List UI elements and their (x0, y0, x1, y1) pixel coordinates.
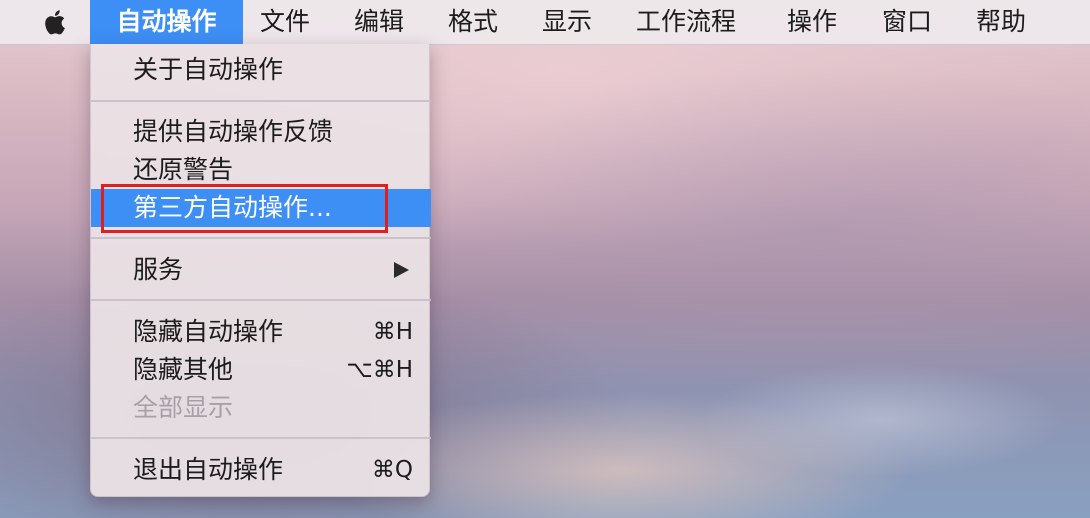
menubar-item-format[interactable]: 格式 (448, 0, 498, 44)
menubar-item-action[interactable]: 操作 (787, 0, 837, 44)
shortcut-label: ⌘Q (371, 457, 413, 483)
menubar-item-automator[interactable]: 自动操作 (90, 0, 243, 44)
menu-separator (91, 100, 431, 102)
shortcut-label: ⌥⌘H (346, 357, 413, 383)
menu-item-quit[interactable]: 退出自动操作 ⌘Q (91, 451, 431, 489)
menu-item-services[interactable]: 服务 (91, 251, 431, 289)
menubar-item-edit[interactable]: 编辑 (354, 0, 404, 44)
menu-item-show-all: 全部显示 (91, 389, 431, 427)
menubar-item-file[interactable]: 文件 (260, 0, 310, 44)
menubar-item-view[interactable]: 显示 (542, 0, 592, 44)
menu-item-hide-others[interactable]: 隐藏其他 ⌥⌘H (91, 351, 431, 389)
menu-item-hide-app[interactable]: 隐藏自动操作 ⌘H (91, 313, 431, 351)
menu-item-restore-warnings-label: 还原警告 (133, 155, 234, 184)
menu-item-about-label: 关于自动操作 (133, 55, 284, 84)
automator-dropdown-menu: 关于自动操作 提供自动操作反馈 还原警告 第三方自动操作... 服务 隐藏自动操… (90, 44, 431, 497)
menu-separator (91, 299, 431, 301)
menu-item-show-all-label: 全部显示 (133, 393, 234, 422)
menubar-item-window[interactable]: 窗口 (882, 0, 932, 44)
submenu-arrow-icon (394, 262, 409, 278)
menu-item-quit-label: 退出自动操作 (133, 455, 284, 484)
apple-logo-icon[interactable] (40, 6, 72, 38)
menubar-item-workflow[interactable]: 工作流程 (636, 0, 736, 44)
menu-item-about[interactable]: 关于自动操作 (91, 51, 431, 89)
menu-separator (91, 237, 431, 239)
menu-bar: 自动操作 文件 编辑 格式 显示 工作流程 操作 窗口 帮助 (0, 0, 1090, 45)
menu-item-feedback-label: 提供自动操作反馈 (133, 117, 334, 146)
menu-item-feedback[interactable]: 提供自动操作反馈 (91, 113, 431, 151)
menu-separator (91, 437, 431, 439)
menu-item-services-label: 服务 (133, 255, 184, 284)
annotation-highlight-box (101, 184, 388, 233)
menu-item-hide-others-label: 隐藏其他 (133, 355, 234, 384)
menubar-item-help[interactable]: 帮助 (976, 0, 1026, 44)
menu-item-hide-app-label: 隐藏自动操作 (133, 317, 284, 346)
shortcut-label: ⌘H (372, 319, 413, 345)
